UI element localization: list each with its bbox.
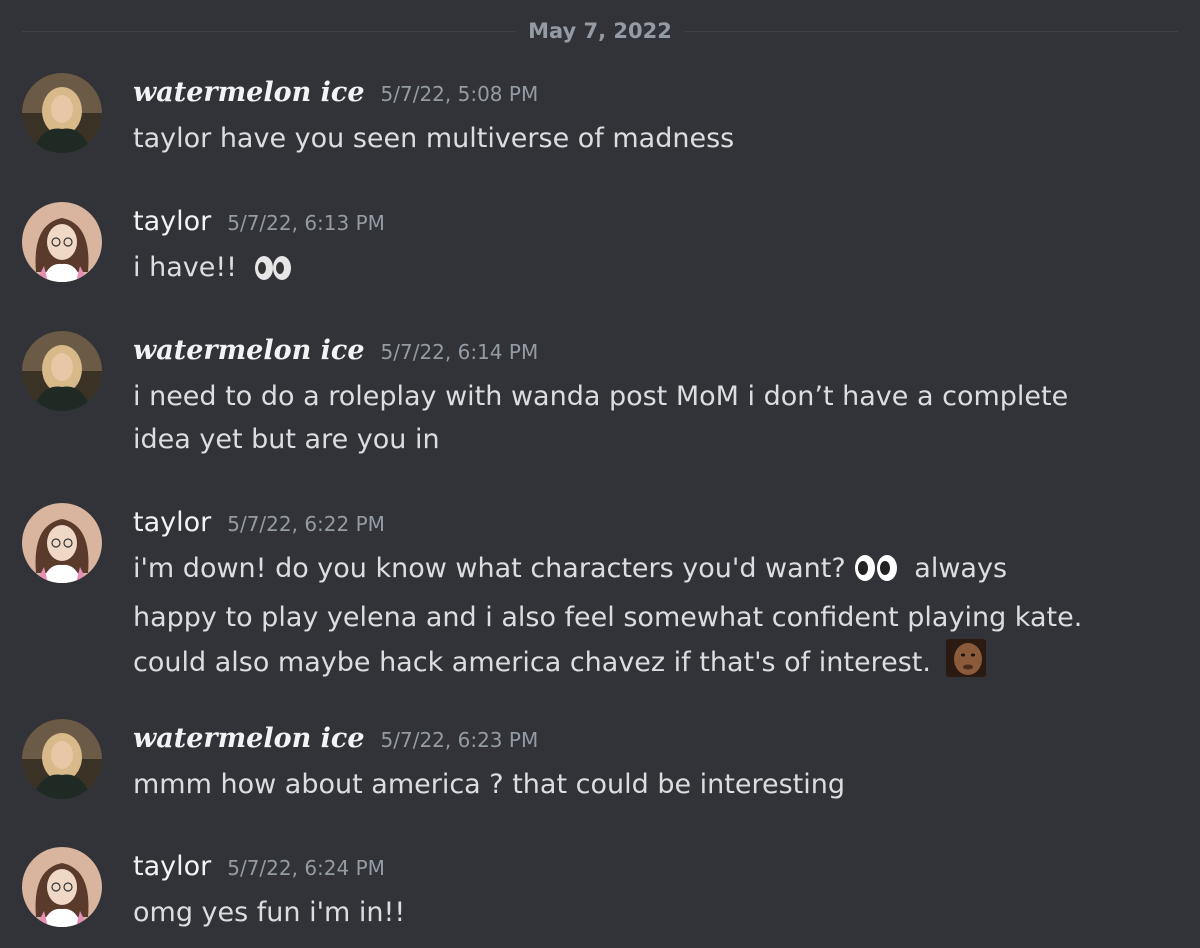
timestamp[interactable]: 5/7/22, 6:14 PM: [381, 332, 539, 372]
timestamp[interactable]: 5/7/22, 6:24 PM: [227, 848, 385, 888]
message-content: i need to do a roleplay with wanda post …: [133, 381, 1069, 455]
avatar-taylor[interactable]: [22, 503, 102, 583]
timestamp[interactable]: 5/7/22, 6:13 PM: [227, 203, 385, 243]
message-header: taylor 5/7/22, 6:22 PM: [133, 503, 385, 543]
username[interactable]: watermelon ice: [133, 331, 365, 371]
avatar-watermelon-ice[interactable]: [22, 73, 102, 153]
message-content: taylor have you seen multiverse of madne…: [133, 123, 735, 154]
message-header: watermelon ice 5/7/22, 6:23 PM: [133, 719, 538, 759]
avatar-watermelon-ice[interactable]: [22, 719, 102, 799]
eyes-icon[interactable]: [252, 252, 294, 295]
date-divider: May 7, 2022: [516, 17, 684, 45]
message-content: i'm down! do you know what characters yo…: [133, 547, 1093, 690]
message-text: i'm down! do you know what characters yo…: [133, 553, 846, 584]
avatar-watermelon-ice[interactable]: [22, 331, 102, 411]
message-text: i have!!: [133, 252, 237, 283]
username[interactable]: taylor: [133, 847, 211, 887]
username[interactable]: taylor: [133, 202, 211, 242]
message-header: taylor 5/7/22, 6:13 PM: [133, 202, 385, 242]
message-content: i have!!: [133, 246, 1153, 295]
message-header: taylor 5/7/22, 6:24 PM: [133, 847, 385, 887]
username[interactable]: watermelon ice: [133, 73, 365, 113]
avatar-taylor[interactable]: [22, 847, 102, 927]
username[interactable]: taylor: [133, 503, 211, 543]
message-header: watermelon ice 5/7/22, 6:14 PM: [133, 331, 538, 371]
eyes-icon[interactable]: [852, 553, 900, 596]
timestamp[interactable]: 5/7/22, 6:23 PM: [381, 720, 539, 760]
reaction-face-emoji[interactable]: [945, 639, 986, 690]
message-content: mmm how about america ? that could be in…: [133, 769, 845, 800]
message-content: omg yes fun i'm in!!: [133, 897, 406, 928]
chat-window: May 7, 2022 watermelon ice 5/7/22, 5:08 …: [0, 0, 1200, 948]
message-header: watermelon ice 5/7/22, 5:08 PM: [133, 73, 538, 113]
username[interactable]: watermelon ice: [133, 719, 365, 759]
timestamp[interactable]: 5/7/22, 6:22 PM: [227, 504, 385, 544]
avatar-taylor[interactable]: [22, 202, 102, 282]
timestamp[interactable]: 5/7/22, 5:08 PM: [381, 74, 539, 114]
